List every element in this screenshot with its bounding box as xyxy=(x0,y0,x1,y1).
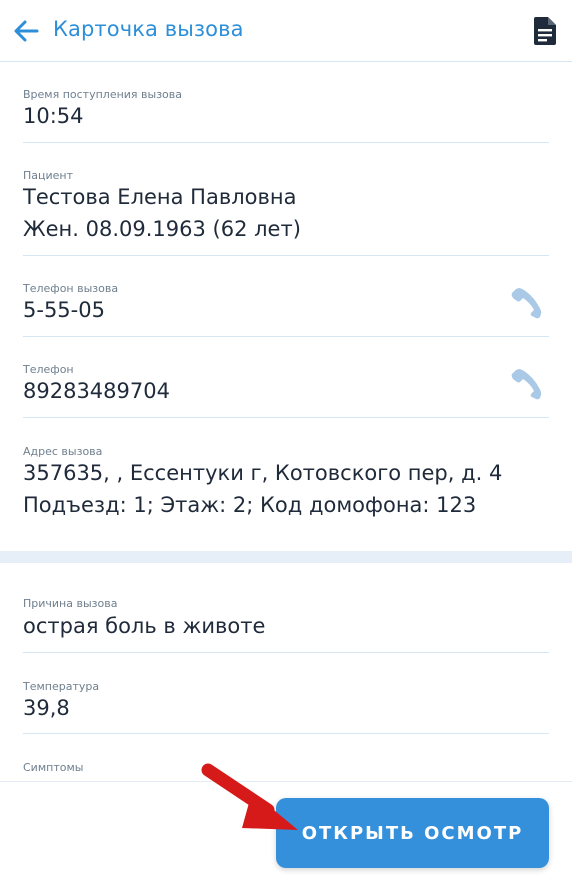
field-call-time: Время поступления вызова 10:54 xyxy=(23,62,549,143)
open-exam-button[interactable]: ОТКРЫТЬ ОСМОТР xyxy=(276,798,549,868)
address-line-1: 357635, , Ессентуки г, Котовского пер, д… xyxy=(23,461,503,485)
field-phone: Телефон 89283489704 xyxy=(23,337,549,418)
document-icon xyxy=(534,17,556,45)
phone-icon xyxy=(511,288,542,319)
field-label: Симптомы xyxy=(23,761,84,774)
patient-name: Тестова Елена Павловна xyxy=(23,185,297,209)
call-time-value: 10:54 xyxy=(23,104,84,128)
temperature-value: 39,8 xyxy=(23,696,70,720)
section-divider xyxy=(0,551,572,563)
back-button[interactable] xyxy=(10,15,42,47)
reason-value: острая боль в животе xyxy=(23,614,266,638)
document-button[interactable] xyxy=(528,14,562,48)
field-patient: Пациент Тестова Елена Павловна Жен. 08.0… xyxy=(23,143,549,256)
call-phone-value: 5-55-05 xyxy=(23,298,105,322)
field-address: Адрес вызова 357635, , Ессентуки г, Кото… xyxy=(23,418,549,551)
patient-birth-info: Жен. 08.09.1963 (62 лет) xyxy=(23,217,301,241)
field-label: Температура xyxy=(23,680,100,693)
field-reason: Причина вызова острая боль в животе xyxy=(23,563,549,653)
address-line-2: Подъезд: 1; Этаж: 2; Код домофона: 123 xyxy=(23,493,477,517)
pointer-arrow-icon xyxy=(201,763,298,830)
phone-value: 89283489704 xyxy=(23,379,170,403)
phone-button[interactable] xyxy=(509,367,543,401)
field-label: Адрес вызова xyxy=(23,445,103,458)
field-label: Время поступления вызова xyxy=(23,88,183,101)
field-label: Телефон вызова xyxy=(23,282,119,295)
phone-icon xyxy=(511,369,542,400)
top-app-bar: Карточка вызова xyxy=(0,0,572,62)
page-title: Карточка вызова xyxy=(53,17,244,41)
field-label: Телефон xyxy=(23,363,74,376)
field-call-phone: Телефон вызова 5-55-05 xyxy=(23,256,549,337)
call-phone-button[interactable] xyxy=(509,286,543,320)
field-label: Причина вызова xyxy=(23,597,118,610)
field-temperature: Температура 39,8 xyxy=(23,653,549,734)
field-label: Пациент xyxy=(23,169,74,182)
arrow-left-icon xyxy=(14,20,39,42)
